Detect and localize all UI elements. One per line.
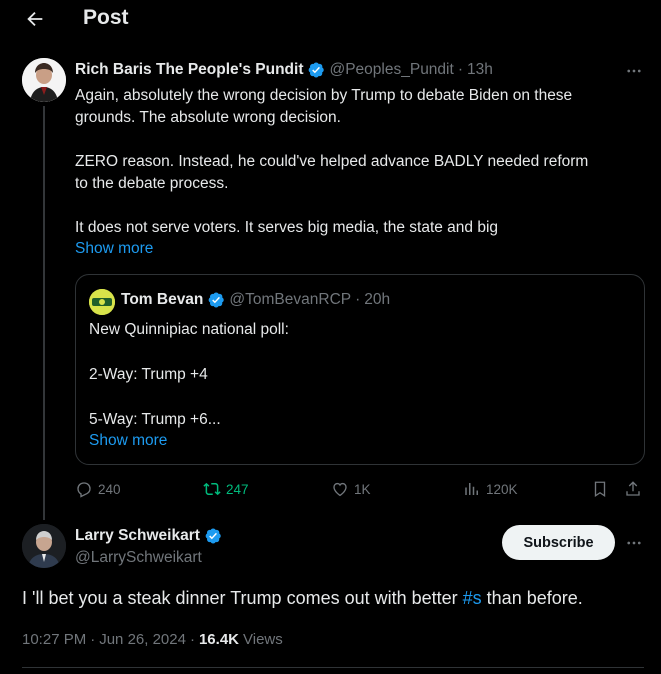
tweet-text-line: grounds. The absolute wrong decision. bbox=[75, 109, 341, 126]
post-time: 20h bbox=[364, 291, 391, 308]
like-count: 1K bbox=[354, 481, 371, 497]
author-name[interactable]: Larry Schweikart bbox=[75, 527, 200, 545]
more-icon[interactable] bbox=[624, 533, 644, 553]
show-more-link[interactable]: Show more bbox=[89, 432, 167, 450]
share-icon bbox=[626, 481, 640, 496]
repost-button[interactable]: 247 bbox=[203, 480, 249, 498]
tweet-text-line: Again, absolutely the wrong decision by … bbox=[75, 87, 573, 104]
views-button[interactable]: 120K bbox=[463, 480, 518, 498]
bookmark-button[interactable] bbox=[591, 480, 614, 498]
page-title: Post bbox=[83, 6, 129, 29]
reply-icon bbox=[77, 482, 91, 498]
subscribe-button[interactable]: Subscribe bbox=[502, 525, 615, 560]
tweet-text: I 'll bet you a steak dinner Trump comes… bbox=[22, 588, 583, 609]
like-icon bbox=[333, 482, 347, 497]
tweet-text-line: ZERO reason. Instead, he could've helped… bbox=[75, 153, 589, 170]
avatar[interactable] bbox=[22, 524, 66, 568]
quoted-text-line: 2-Way: Trump +4 bbox=[89, 366, 208, 383]
tweet-text-line: It does not serve voters. It serves big … bbox=[75, 219, 499, 236]
post-time[interactable]: 10:27 PM bbox=[22, 631, 86, 648]
post-date[interactable]: Jun 26, 2024 bbox=[99, 631, 186, 648]
back-arrow-icon[interactable] bbox=[22, 6, 48, 32]
views-label: Views bbox=[243, 631, 283, 648]
author-name[interactable]: Tom Bevan bbox=[121, 291, 203, 309]
separator-dot: · bbox=[90, 631, 96, 648]
quoted-text-line: 5-Way: Trump +6... bbox=[89, 411, 221, 428]
repost-icon bbox=[203, 482, 221, 496]
top-bar: Post bbox=[0, 0, 661, 38]
author-handle[interactable]: @Peoples_Pundit bbox=[329, 61, 453, 79]
hashtag-link[interactable]: #s bbox=[463, 588, 482, 608]
action-bar: 240 247 1K 120K bbox=[75, 480, 645, 502]
tweet-header: Rich Baris The People's Pundit @Peoples_… bbox=[75, 61, 601, 79]
verified-badge-icon bbox=[309, 62, 325, 78]
bookmark-icon bbox=[594, 481, 606, 498]
reply-count: 240 bbox=[98, 481, 121, 497]
separator-dot: · bbox=[457, 61, 463, 78]
author-name-row: Larry Schweikart bbox=[75, 527, 226, 545]
reply-button[interactable]: 240 bbox=[75, 480, 121, 498]
thread-connector bbox=[43, 106, 45, 520]
author-handle[interactable]: @LarrySchweikart bbox=[75, 549, 202, 567]
share-button[interactable] bbox=[624, 480, 647, 498]
post-meta: 10:27 PM · Jun 26, 2024 · 16.4K Views bbox=[22, 631, 283, 648]
tweet-text-part: than before. bbox=[481, 588, 583, 608]
separator-dot: · bbox=[355, 291, 361, 308]
divider bbox=[22, 667, 644, 668]
like-button[interactable]: 1K bbox=[331, 480, 371, 498]
repost-count: 247 bbox=[226, 481, 249, 497]
author-handle: @TomBevanRCP bbox=[229, 291, 352, 308]
post-time[interactable]: 13h bbox=[467, 61, 493, 79]
tweet-text-line: to the debate process. bbox=[75, 175, 229, 192]
author-name[interactable]: Rich Baris The People's Pundit bbox=[75, 61, 303, 79]
views-count: 16.4K bbox=[198, 631, 239, 648]
tweet-text-part: I 'll bet you a steak dinner Trump comes… bbox=[22, 588, 463, 608]
quoted-tweet[interactable]: Tom Bevan @TomBevanRCP · 20h New Quinnip… bbox=[75, 274, 645, 465]
verified-badge-icon bbox=[209, 292, 225, 308]
verified-badge-icon bbox=[205, 528, 221, 544]
quoted-text-line: New Quinnipiac national poll: bbox=[89, 321, 289, 338]
avatar[interactable] bbox=[22, 58, 66, 102]
avatar[interactable] bbox=[89, 289, 115, 315]
show-more-link[interactable]: Show more bbox=[75, 240, 153, 258]
separator-dot: · bbox=[189, 631, 195, 648]
more-icon[interactable] bbox=[624, 61, 644, 81]
views-icon bbox=[465, 483, 478, 495]
quoted-tweet-header: Tom Bevan @TomBevanRCP · 20h bbox=[121, 291, 390, 309]
views-count: 120K bbox=[486, 481, 518, 497]
